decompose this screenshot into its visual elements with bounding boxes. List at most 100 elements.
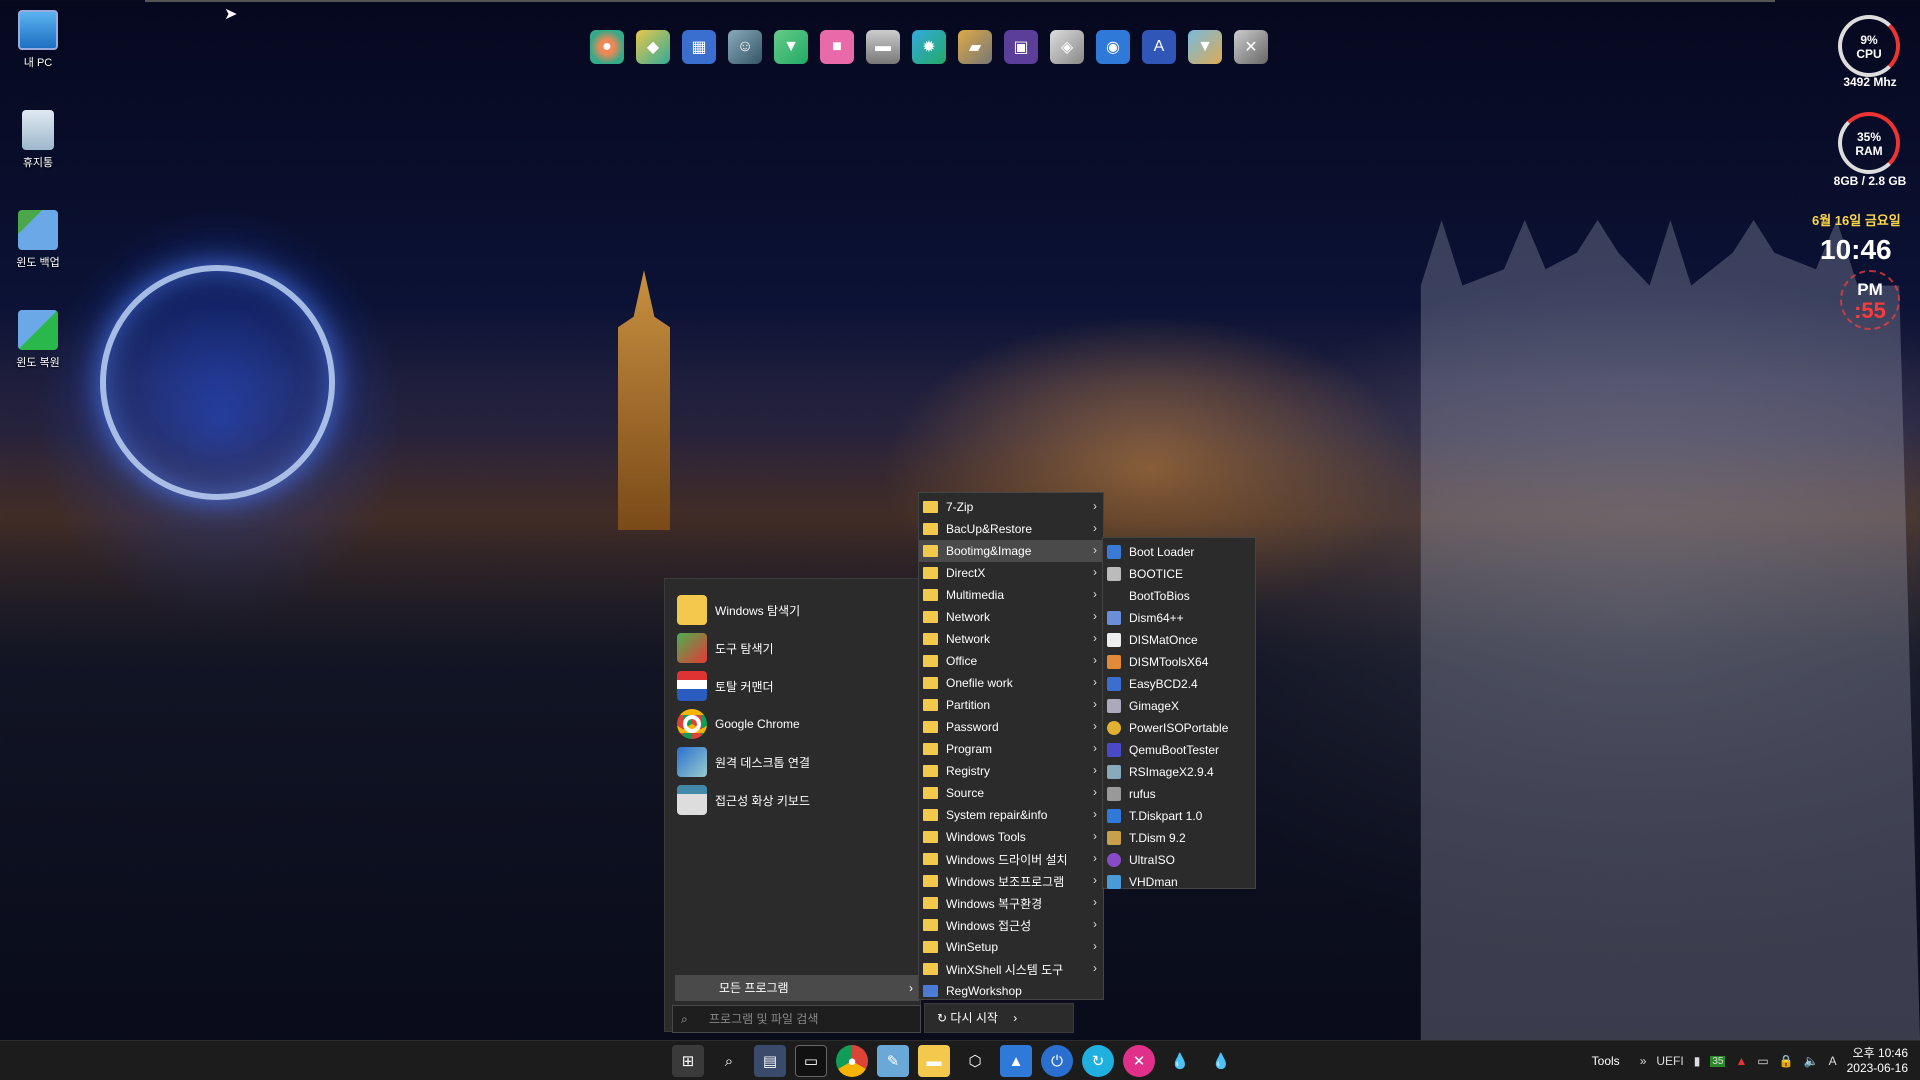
menu-item-registry[interactable]: Registry › <box>919 760 1103 782</box>
menu-item-password[interactable]: Password › <box>919 716 1103 738</box>
menu-item-backup-restore[interactable]: BacUp&Restore › <box>919 518 1103 540</box>
menu-item-dismtoolsx64[interactable]: DISMToolsX64 <box>1103 651 1255 673</box>
network-warning-icon[interactable]: ▲ <box>1735 1054 1747 1068</box>
desktop-icon-recycle-bin[interactable]: 휴지통 <box>8 110 68 170</box>
power-icon[interactable]: ⏻ <box>1041 1045 1073 1077</box>
menu-item-boottobios[interactable]: BootToBios <box>1103 585 1255 607</box>
app-disk-icon[interactable]: A <box>1142 30 1176 64</box>
pinned-tool-explorer[interactable]: 도구 탐색기 <box>665 629 920 667</box>
pinned-remote-desktop[interactable]: 원격 데스크톱 연결 <box>665 743 920 781</box>
menu-item-winsetup[interactable]: WinSetup › <box>919 936 1103 958</box>
battery-icon[interactable]: ▮ <box>1694 1054 1701 1068</box>
hdd-icon[interactable]: ▬ <box>866 30 900 64</box>
menu-item-vhdman[interactable]: VHDman <box>1103 871 1255 893</box>
menu-item-onefile-work[interactable]: Onefile work › <box>919 672 1103 694</box>
program-search-input[interactable]: ⌕ 프로그램 및 파일 검색 <box>672 1005 921 1033</box>
menu-item-dism64[interactable]: Dism64++ <box>1103 607 1255 629</box>
volume-icon[interactable]: 🔈 <box>1804 1054 1819 1068</box>
menu-item-tdiskpart[interactable]: T.Diskpart 1.0 <box>1103 805 1255 827</box>
disk-icon[interactable]: ● <box>590 30 624 64</box>
menu-item-system-repair[interactable]: System repair&info › <box>919 804 1103 826</box>
chrome-icon[interactable]: ● <box>836 1045 868 1077</box>
menu-item-qemuboottester[interactable]: QemuBootTester <box>1103 739 1255 761</box>
pinned-onscreen-keyboard[interactable]: 접근성 화상 키보드 <box>665 781 920 819</box>
task-manager-icon[interactable]: ▤ <box>754 1045 786 1077</box>
lock-icon[interactable]: 🔒 <box>1779 1054 1794 1068</box>
install-icon-2[interactable]: ▼ <box>1188 30 1222 64</box>
package-icon[interactable]: ⬡ <box>959 1045 991 1077</box>
close-app-icon[interactable]: ✕ <box>1123 1045 1155 1077</box>
menu-item-network-2[interactable]: Network › <box>919 628 1103 650</box>
user-drive-icon[interactable]: ☺ <box>728 30 762 64</box>
menu-item-easybcd[interactable]: EasyBCD2.4 <box>1103 673 1255 695</box>
menu-item-boot-loader[interactable]: Boot Loader <box>1103 541 1255 563</box>
chevron-right-icon: › <box>1093 653 1097 667</box>
pinned-google-chrome[interactable]: Google Chrome <box>665 705 920 743</box>
menu-item-gimagex[interactable]: GimageX <box>1103 695 1255 717</box>
tools-icon[interactable]: ✕ <box>1234 30 1268 64</box>
desktop-icon-label: 윈도 복원 <box>16 357 60 369</box>
menu-item-network[interactable]: Network › <box>919 606 1103 628</box>
chevron-right-icon: › <box>1093 741 1097 755</box>
menu-item-program[interactable]: Program › <box>919 738 1103 760</box>
menu-item-rufus[interactable]: rufus <box>1103 783 1255 805</box>
menu-item-source[interactable]: Source › <box>919 782 1103 804</box>
menu-item-regworkshop[interactable]: RegWorkshop <box>919 980 1103 1002</box>
menu-item-7zip[interactable]: 7-Zip › <box>919 496 1103 518</box>
menu-item-windows-driver-install[interactable]: Windows 드라이버 설치 › <box>919 848 1103 870</box>
desktop-icon-backup[interactable]: 윈도 백업 <box>8 210 68 270</box>
ime-indicator[interactable]: A <box>1829 1054 1837 1068</box>
tools-toolbar[interactable]: Tools <box>1592 1054 1620 1068</box>
start-button-icon[interactable]: ⊞ <box>672 1045 704 1077</box>
all-programs-button[interactable]: 모든 프로그램 › <box>675 975 919 1001</box>
folder-icon <box>923 699 938 711</box>
menu-item-ultraiso[interactable]: UltraISO <box>1103 849 1255 871</box>
settings-disk-icon[interactable]: ✹ <box>912 30 946 64</box>
menu-item-poweriso[interactable]: PowerISOPortable <box>1103 717 1255 739</box>
menu-item-label: T.Diskpart 1.0 <box>1129 809 1203 823</box>
terminal-icon[interactable]: ▭ <box>795 1045 827 1077</box>
menu-item-windows-accessibility[interactable]: Windows 접근성 › <box>919 914 1103 936</box>
tray-badge[interactable]: 35 <box>1710 1055 1726 1067</box>
erase-icon[interactable]: ■ <box>820 30 854 64</box>
display-icon[interactable]: ▭ <box>1757 1054 1768 1068</box>
chevron-up-icon[interactable]: » <box>1640 1054 1647 1068</box>
menu-item-rsimagex[interactable]: RSImageX2.9.4 <box>1103 761 1255 783</box>
restart-button[interactable]: ↻ 다시 시작 › <box>924 1003 1074 1033</box>
drive-icon[interactable]: ◆ <box>636 30 670 64</box>
pinned-windows-explorer[interactable]: Windows 탐색기 <box>665 591 920 629</box>
pinned-total-commander[interactable]: 토탈 커맨더 <box>665 667 920 705</box>
usb-drive-icon[interactable]: ▰ <box>958 30 992 64</box>
file-explorer-icon[interactable]: ▬ <box>918 1045 950 1077</box>
notepad-icon[interactable]: ✎ <box>877 1045 909 1077</box>
image-viewer-icon[interactable]: ▲ <box>1000 1045 1032 1077</box>
taskbar-clock[interactable]: 오후 10:46 2023-06-16 <box>1847 1046 1908 1076</box>
menu-item-tdism[interactable]: T.Dism 9.2 <box>1103 827 1255 849</box>
install-icon[interactable]: ▼ <box>774 30 808 64</box>
menu-item-winxshell-tools[interactable]: WinXShell 시스템 도구 › <box>919 958 1103 980</box>
drop-icon-2[interactable]: 💧 <box>1205 1045 1237 1077</box>
install-disk-icon[interactable]: ◉ <box>1096 30 1130 64</box>
desktop-icon-this-pc[interactable]: 내 PC <box>8 10 68 70</box>
menu-item-bootice[interactable]: BOOTICE <box>1103 563 1255 585</box>
menu-item-partition[interactable]: Partition › <box>919 694 1103 716</box>
menu-item-office[interactable]: Office › <box>919 650 1103 672</box>
menu-item-label: Boot Loader <box>1129 545 1195 559</box>
menu-item-directx[interactable]: DirectX › <box>919 562 1103 584</box>
chip-icon[interactable]: ▣ <box>1004 30 1038 64</box>
search-icon[interactable]: ⌕ <box>713 1045 745 1077</box>
folder-icon <box>923 655 938 667</box>
drop-icon[interactable]: 💧 <box>1164 1045 1196 1077</box>
windows-icon[interactable]: ▦ <box>682 30 716 64</box>
menu-item-multimedia[interactable]: Multimedia › <box>919 584 1103 606</box>
menu-item-label: Dism64++ <box>1129 611 1184 625</box>
menu-item-windows-recovery[interactable]: Windows 복구환경 › <box>919 892 1103 914</box>
eraser-icon[interactable]: ◈ <box>1050 30 1084 64</box>
menu-item-windows-tools[interactable]: Windows Tools › <box>919 826 1103 848</box>
menu-item-dismatonce[interactable]: DISMatOnce <box>1103 629 1255 651</box>
menu-item-windows-accessories[interactable]: Windows 보조프로그램 › <box>919 870 1103 892</box>
menu-item-bootimg-image[interactable]: Bootimg&Image › <box>919 540 1103 562</box>
desktop-icon-restore[interactable]: 윈도 복원 <box>8 310 68 370</box>
menu-item-label: DISMatOnce <box>1129 633 1198 647</box>
refresh-icon[interactable]: ↻ <box>1082 1045 1114 1077</box>
